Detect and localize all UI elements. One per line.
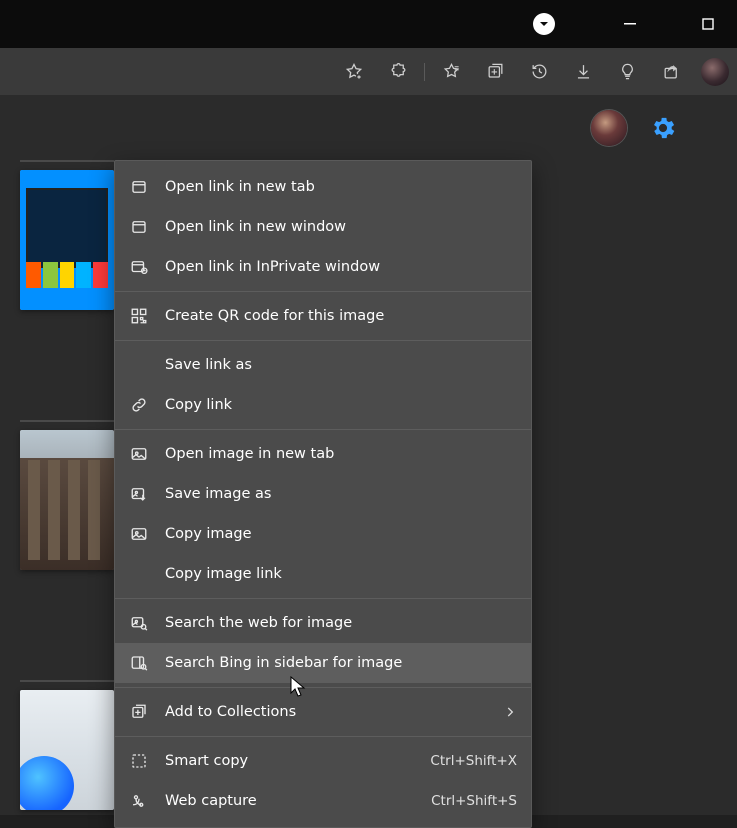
menu-item-add-to-collections[interactable]: Add to Collections (115, 692, 531, 732)
menu-item-label: Search Bing in sidebar for image (165, 655, 517, 671)
menu-item-search-bing-sidebar[interactable]: Search Bing in sidebar for image (115, 643, 531, 683)
menu-item-label: Open link in InPrivate window (165, 259, 517, 275)
minimize-button[interactable] (607, 8, 653, 40)
thumbnail-graphic (20, 170, 114, 310)
menu-item-save-link-as[interactable]: Save link as (115, 345, 531, 385)
collections-button[interactable] (475, 52, 515, 92)
copy-image-icon (129, 524, 149, 544)
menu-item-web-capture[interactable]: Web capture Ctrl+Shift+S (115, 781, 531, 821)
menu-item-label: Copy image (165, 526, 517, 542)
menu-item-copy-link[interactable]: Copy link (115, 385, 531, 425)
maximize-icon (702, 18, 714, 30)
browser-toolbar (0, 48, 737, 96)
new-window-icon (129, 217, 149, 237)
lightbulb-icon (618, 62, 637, 81)
window-title-bar (0, 0, 737, 48)
menu-item-label: Copy link (165, 397, 517, 413)
history-icon (530, 62, 549, 81)
downloads-button[interactable] (563, 52, 603, 92)
menu-item-search-web-image[interactable]: Search the web for image (115, 603, 531, 643)
menu-item-label: Search the web for image (165, 615, 517, 631)
menu-item-label: Add to Collections (165, 704, 487, 720)
section-divider (20, 680, 114, 682)
puzzle-icon (389, 62, 408, 81)
menu-item-open-image-new-tab[interactable]: Open image in new tab (115, 434, 531, 474)
menu-item-shortcut: Ctrl+Shift+X (430, 753, 517, 769)
chevron-down-icon (538, 18, 550, 30)
menu-separator (115, 598, 531, 599)
menu-separator (115, 736, 531, 737)
menu-item-label: Save link as (165, 357, 517, 373)
menu-item-copy-image-link[interactable]: Copy image link (115, 554, 531, 594)
menu-separator (115, 291, 531, 292)
smart-copy-icon (129, 751, 149, 771)
download-icon (574, 62, 593, 81)
settings-button[interactable] (649, 114, 677, 142)
star-list-icon (442, 62, 461, 81)
menu-separator (115, 687, 531, 688)
collections-icon (486, 62, 505, 81)
menu-item-label: Copy image link (165, 566, 517, 582)
menu-item-save-image-as[interactable]: Save image as (115, 474, 531, 514)
history-button[interactable] (519, 52, 559, 92)
search-image-icon (129, 613, 149, 633)
menu-item-copy-image[interactable]: Copy image (115, 514, 531, 554)
image-thumbnail-3[interactable] (20, 690, 114, 810)
star-plus-icon (344, 62, 364, 82)
share-icon (662, 62, 681, 81)
image-tab-icon (129, 444, 149, 464)
menu-item-open-link-inprivate[interactable]: Open link in InPrivate window (115, 247, 531, 287)
menu-item-label: Open link in new window (165, 219, 517, 235)
chevron-right-icon (503, 705, 517, 719)
menu-item-open-link-new-tab[interactable]: Open link in new tab (115, 167, 531, 207)
context-menu: Open link in new tab Open link in new wi… (114, 160, 532, 828)
web-capture-icon (129, 791, 149, 811)
sidebar-search-icon (129, 653, 149, 673)
inprivate-icon (129, 257, 149, 277)
save-image-icon (129, 484, 149, 504)
add-favorite-button[interactable] (334, 52, 374, 92)
section-divider (20, 420, 114, 422)
image-thumbnail-2[interactable] (20, 430, 114, 570)
menu-item-create-qr-code[interactable]: Create QR code for this image (115, 296, 531, 336)
extensions-button[interactable] (378, 52, 418, 92)
thumbnail-graphic (20, 430, 114, 570)
tips-button[interactable] (607, 52, 647, 92)
collections-add-icon (129, 702, 149, 722)
toolbar-separator (424, 63, 425, 81)
profile-avatar-page[interactable] (591, 110, 627, 146)
profile-avatar-toolbar[interactable] (701, 58, 729, 86)
image-thumbnail-1[interactable] (20, 170, 114, 310)
menu-item-label: Smart copy (165, 753, 414, 769)
menu-item-open-link-new-window[interactable]: Open link in new window (115, 207, 531, 247)
title-dropdown-button[interactable] (533, 13, 555, 35)
menu-item-label: Open link in new tab (165, 179, 517, 195)
gear-icon (649, 114, 677, 142)
share-button[interactable] (651, 52, 691, 92)
menu-separator (115, 340, 531, 341)
menu-item-smart-copy[interactable]: Smart copy Ctrl+Shift+X (115, 741, 531, 781)
minimize-icon (624, 18, 636, 30)
qr-code-icon (129, 306, 149, 326)
thumbnail-graphic (20, 690, 114, 810)
section-divider (20, 160, 114, 162)
menu-item-label: Web capture (165, 793, 415, 809)
maximize-button[interactable] (685, 8, 731, 40)
new-tab-icon (129, 177, 149, 197)
page-header (0, 96, 737, 160)
link-icon (129, 395, 149, 415)
menu-separator (115, 429, 531, 430)
menu-item-label: Open image in new tab (165, 446, 517, 462)
menu-item-label: Create QR code for this image (165, 308, 517, 324)
menu-item-label: Save image as (165, 486, 517, 502)
favorites-button[interactable] (431, 52, 471, 92)
menu-item-shortcut: Ctrl+Shift+S (431, 793, 517, 809)
